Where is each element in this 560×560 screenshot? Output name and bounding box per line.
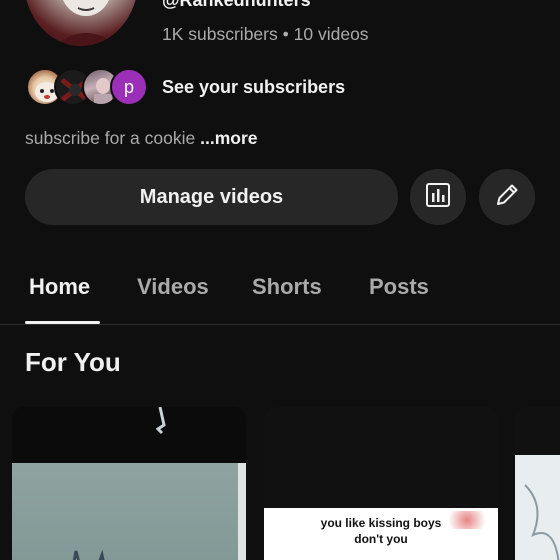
channel-avatar[interactable] <box>24 0 138 46</box>
see-subscribers-link[interactable]: See your subscribers <box>162 77 345 98</box>
analytics-button[interactable] <box>410 169 466 225</box>
video-thumbnail <box>12 463 246 560</box>
thumbnail-top <box>12 407 246 463</box>
tab-posts[interactable]: Posts <box>369 274 429 300</box>
caption-line-1: you like kissing boys <box>320 516 442 530</box>
tab-videos[interactable]: Videos <box>137 274 209 300</box>
thumbnail-caption: you like kissing boys don't you <box>264 515 498 547</box>
section-title: For You <box>25 347 121 377</box>
video-card[interactable] <box>12 407 246 560</box>
stats-separator: • <box>282 24 289 44</box>
tab-shorts[interactable]: Shorts <box>252 274 322 300</box>
caption-line-2: don't you <box>354 532 408 546</box>
channel-description[interactable]: subscribe for a cookie ...more <box>25 128 258 149</box>
subscriber-avatars[interactable]: p <box>26 68 150 106</box>
subscriber-count: 1K subscribers <box>162 24 278 44</box>
tab-home[interactable]: Home <box>29 274 90 300</box>
more-link[interactable]: ...more <box>200 128 257 148</box>
pencil-icon <box>493 181 521 214</box>
video-card[interactable]: you like kissing boys don't you <box>264 407 498 560</box>
video-thumbnail <box>515 455 560 560</box>
video-card[interactable] <box>515 407 560 560</box>
subscriber-avatar-letter: p <box>110 68 148 106</box>
description-text: subscribe for a cookie <box>25 128 196 148</box>
channel-tabs: Home Videos Shorts Posts <box>0 258 560 324</box>
channel-stats: 1K subscribers • 10 videos <box>162 24 369 45</box>
edit-channel-button[interactable] <box>479 169 535 225</box>
video-count: 10 videos <box>293 24 369 44</box>
thumbnail-edge <box>238 463 246 560</box>
tabs-divider <box>0 324 560 325</box>
channel-handle: @Rankedhunters <box>162 0 311 10</box>
manage-videos-button[interactable]: Manage videos <box>25 169 398 225</box>
analytics-icon <box>425 182 451 213</box>
